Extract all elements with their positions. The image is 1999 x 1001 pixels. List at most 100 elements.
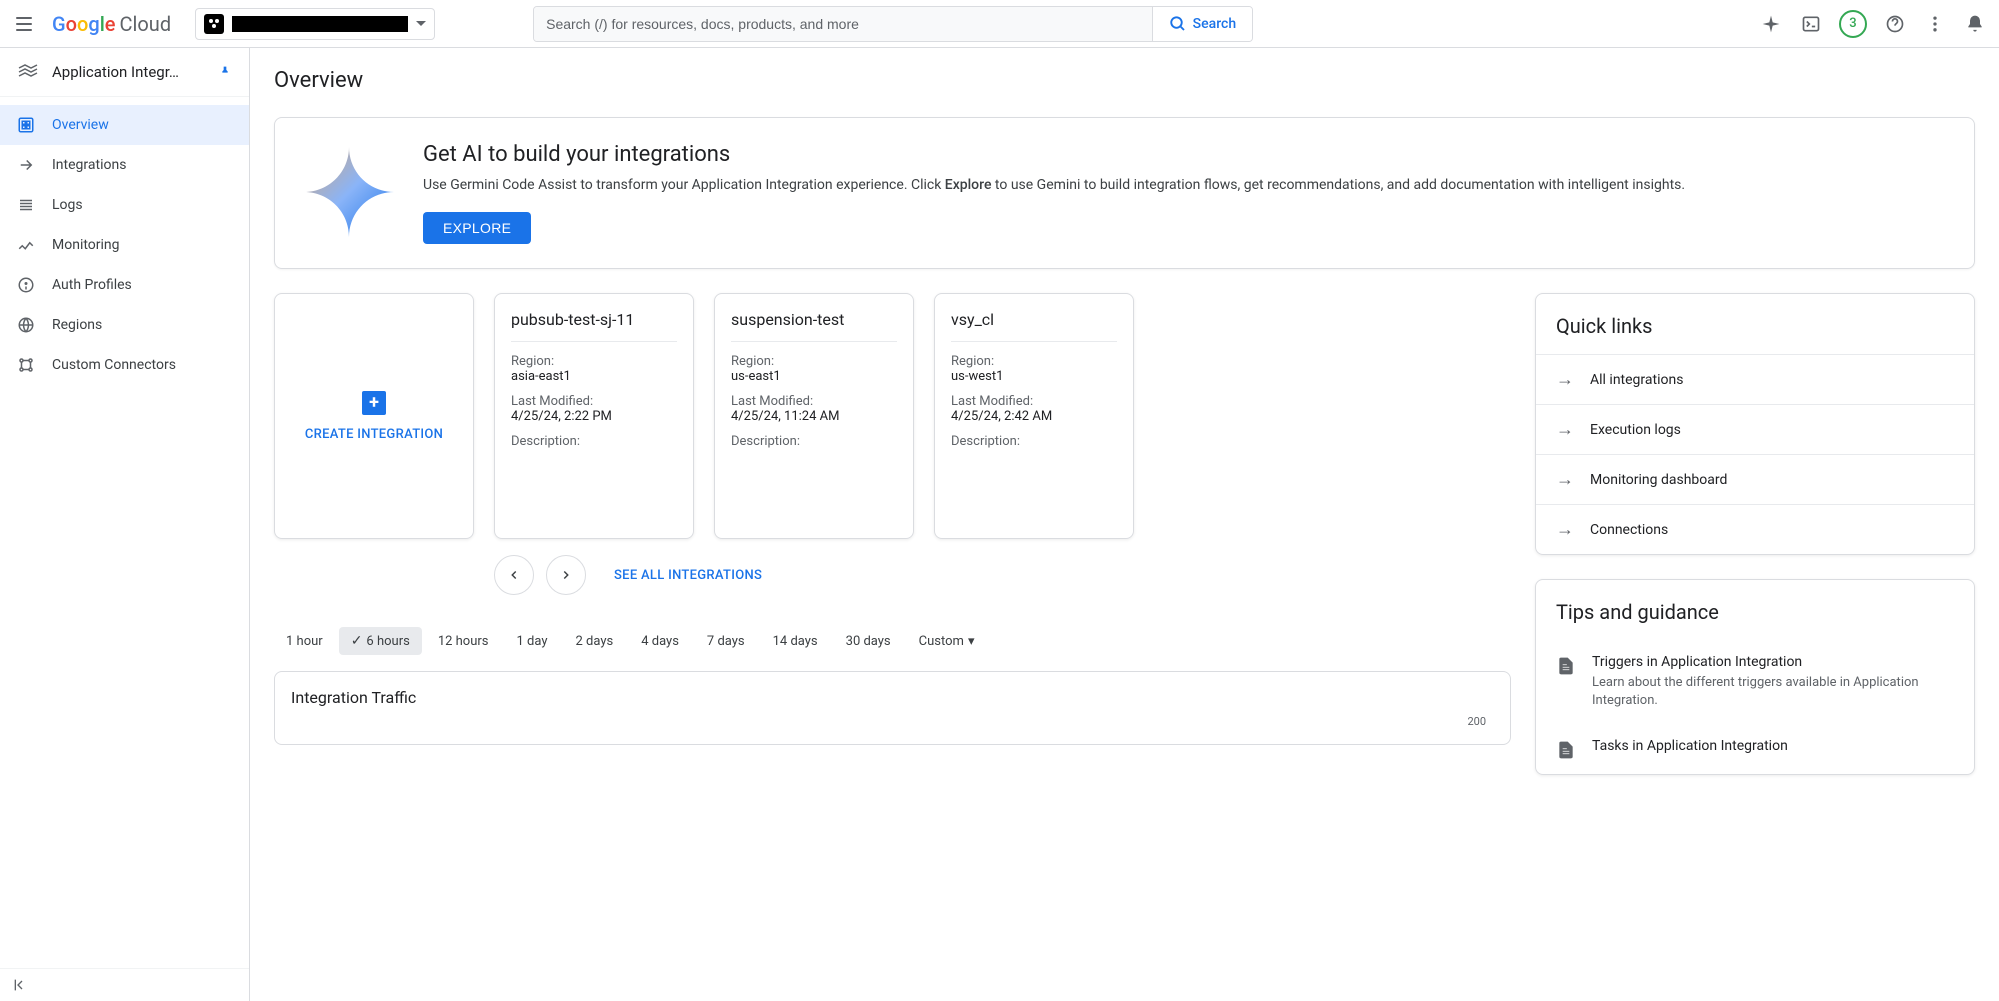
time-chip-2-days[interactable]: 2 days	[564, 628, 626, 655]
nav-regions[interactable]: Regions	[0, 305, 249, 345]
logo-cloud-text: Cloud	[120, 12, 172, 36]
connectors-icon	[16, 355, 36, 375]
card-title: vsy_cl	[951, 310, 1117, 342]
pin-icon[interactable]	[217, 64, 233, 80]
time-chip-label: 30 days	[846, 634, 891, 649]
gemini-spark-icon	[299, 142, 399, 242]
nav-auth-profiles[interactable]: Auth Profiles	[0, 265, 249, 305]
google-cloud-logo[interactable]: Google Cloud	[52, 12, 171, 36]
header-right: 3	[1759, 10, 1987, 38]
menu-icon[interactable]	[12, 12, 36, 36]
tips-title: Tips and guidance	[1536, 580, 1974, 640]
nav-label: Logs	[52, 197, 83, 213]
time-chip-1-hour[interactable]: 1 hour	[274, 628, 335, 655]
sidebar-nav: Overview Integrations Logs Monitoring Au…	[0, 97, 249, 968]
search-input[interactable]	[534, 7, 1152, 41]
time-chip-label: 4 days	[641, 634, 679, 649]
project-selector[interactable]	[195, 8, 435, 40]
quick-link-all-integrations[interactable]: →All integrations	[1536, 354, 1974, 404]
nav-overview[interactable]: Overview	[0, 105, 249, 145]
nav-label: Auth Profiles	[52, 277, 132, 293]
modified-label: Last Modified:	[511, 394, 677, 409]
collapse-sidebar-button[interactable]	[0, 968, 249, 1001]
time-chip-30-days[interactable]: 30 days	[834, 628, 903, 655]
search-icon	[1169, 15, 1187, 33]
modified-label: Last Modified:	[951, 394, 1117, 409]
nav-label: Regions	[52, 317, 102, 333]
quick-link-monitoring-dashboard[interactable]: →Monitoring dashboard	[1536, 454, 1974, 504]
time-chip-label: 6 hours	[366, 634, 409, 649]
time-chip-label: 1 day	[517, 634, 548, 649]
overview-icon	[16, 115, 36, 135]
region-value: us-east1	[731, 369, 897, 384]
tip-item[interactable]: Tasks in Application Integration	[1536, 724, 1974, 774]
cloud-shell-icon[interactable]	[1799, 12, 1823, 36]
nav-monitoring[interactable]: Monitoring	[0, 225, 249, 265]
product-name: Application Integr…	[52, 63, 205, 81]
nav-label: Overview	[52, 117, 109, 133]
see-all-integrations-link[interactable]: SEE ALL INTEGRATIONS	[614, 568, 762, 583]
quick-links-title: Quick links	[1536, 294, 1974, 354]
tip-item[interactable]: Triggers in Application IntegrationLearn…	[1536, 640, 1974, 724]
time-chip-1-day[interactable]: 1 day	[505, 628, 560, 655]
desc-label: Description:	[511, 434, 677, 449]
explore-button[interactable]: EXPLORE	[423, 212, 531, 244]
region-value: asia-east1	[511, 369, 677, 384]
nav-label: Custom Connectors	[52, 357, 176, 373]
time-chip-6-hours[interactable]: ✓6 hours	[339, 627, 422, 655]
nav-integrations[interactable]: Integrations	[0, 145, 249, 185]
ai-banner-content: Get AI to build your integrations Use Ge…	[423, 142, 1685, 244]
time-chip-14-days[interactable]: 14 days	[761, 628, 830, 655]
top-header: Google Cloud Search 3	[0, 0, 1999, 48]
notifications-icon[interactable]	[1963, 12, 1987, 36]
gemini-icon[interactable]	[1759, 12, 1783, 36]
ai-banner-desc: Use Germini Code Assist to transform you…	[423, 175, 1685, 196]
time-chip-label: 14 days	[773, 634, 818, 649]
quick-link-label: Execution logs	[1590, 422, 1681, 438]
tip-heading: Tasks in Application Integration	[1592, 738, 1954, 754]
tip-heading: Triggers in Application Integration	[1592, 654, 1954, 670]
integration-card[interactable]: vsy_cl Region:us-west1 Last Modified:4/2…	[934, 293, 1134, 539]
nav-label: Integrations	[52, 157, 126, 173]
chevron-left-icon	[507, 568, 521, 582]
sidebar: Application Integr… Overview Integration…	[0, 48, 250, 1001]
nav-logs[interactable]: Logs	[0, 185, 249, 225]
trial-badge[interactable]: 3	[1839, 10, 1867, 38]
chart-title: Integration Traffic	[291, 688, 1494, 707]
quick-link-connections[interactable]: →Connections	[1536, 504, 1974, 554]
nav-label: Monitoring	[52, 237, 120, 253]
quick-link-label: Connections	[1590, 522, 1668, 538]
chevron-right-icon	[559, 568, 573, 582]
region-label: Region:	[951, 354, 1117, 369]
quick-link-execution-logs[interactable]: → Execution logs	[1536, 404, 1974, 454]
modified-label: Last Modified:	[731, 394, 897, 409]
integration-card[interactable]: pubsub-test-sj-11 Region:asia-east1 Last…	[494, 293, 694, 539]
time-chip-4-days[interactable]: 4 days	[629, 628, 691, 655]
time-chip-12-hours[interactable]: 12 hours	[426, 628, 501, 655]
application-integration-icon	[16, 60, 40, 84]
arrow-right-icon: →	[1556, 369, 1574, 390]
integration-cards: + CREATE INTEGRATION pubsub-test-sj-11 R…	[274, 293, 1511, 539]
region-label: Region:	[731, 354, 897, 369]
desc-label: Description:	[731, 434, 897, 449]
arrow-right-icon: →	[1556, 419, 1574, 440]
prev-page-button[interactable]	[494, 555, 534, 595]
page-title: Overview	[274, 68, 1975, 93]
integration-traffic-chart: Integration Traffic 200	[274, 671, 1511, 745]
nav-custom-connectors[interactable]: Custom Connectors	[0, 345, 249, 385]
help-icon[interactable]	[1883, 12, 1907, 36]
modified-value: 4/25/24, 2:22 PM	[511, 409, 677, 424]
integration-card[interactable]: suspension-test Region:us-east1 Last Mod…	[714, 293, 914, 539]
time-chip-7-days[interactable]: 7 days	[695, 628, 757, 655]
search-button[interactable]: Search	[1152, 7, 1252, 41]
next-page-button[interactable]	[546, 555, 586, 595]
plus-icon: +	[362, 391, 386, 415]
chevron-down-icon: ▾	[968, 634, 975, 649]
time-chip-custom[interactable]: Custom ▾	[907, 628, 987, 655]
more-vert-icon[interactable]	[1923, 12, 1947, 36]
logs-icon	[16, 195, 36, 215]
ai-banner-title: Get AI to build your integrations	[423, 142, 1685, 167]
create-integration-card[interactable]: + CREATE INTEGRATION	[274, 293, 474, 539]
integrations-icon	[16, 155, 36, 175]
sidebar-header: Application Integr…	[0, 48, 249, 97]
